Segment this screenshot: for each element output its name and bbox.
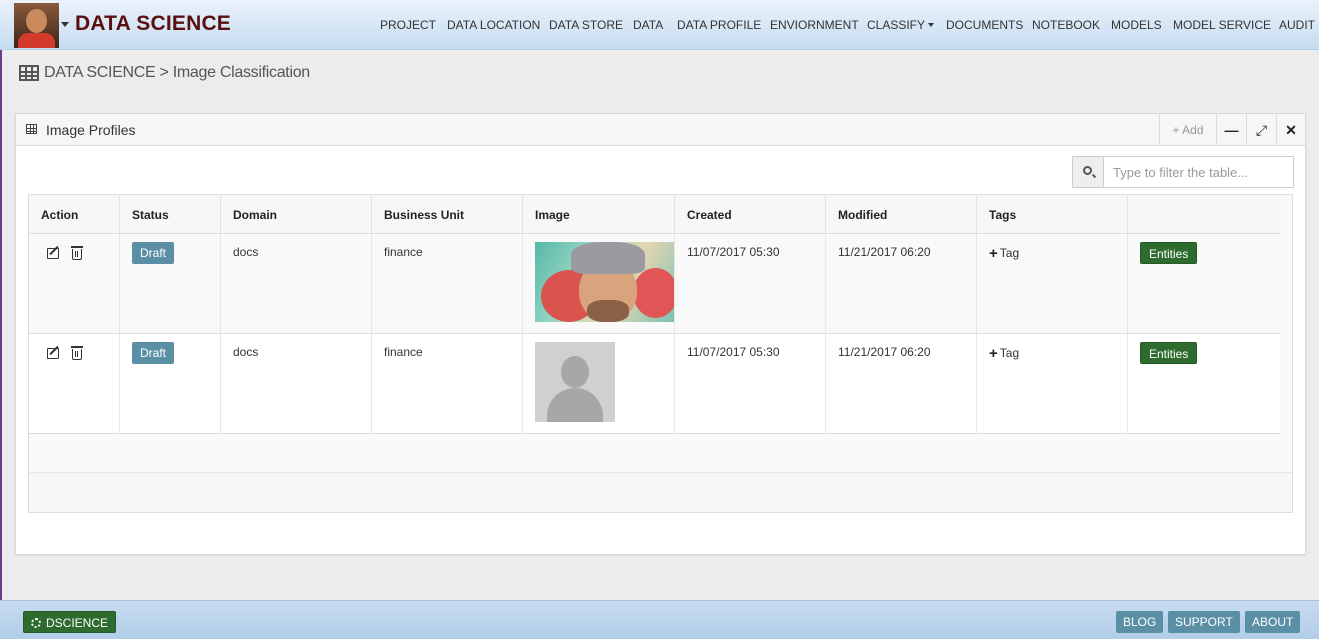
cog-icon [31, 618, 41, 628]
modified-cell: 11/21/2017 06:20 [826, 334, 977, 433]
col-image[interactable]: Image [523, 195, 675, 234]
nav-documents[interactable]: DOCUMENTS [946, 18, 1023, 32]
created-cell: 11/07/2017 05:30 [675, 234, 826, 333]
action-cell [29, 234, 120, 333]
table-icon [26, 124, 37, 134]
status-badge: Draft [132, 342, 175, 364]
business-unit-cell: finance [372, 334, 523, 433]
nav-model-service[interactable]: MODEL SERVICE [1173, 18, 1271, 32]
dscience-label: DSCIENCE [46, 616, 109, 630]
add-button[interactable]: + Add [1159, 114, 1216, 146]
edit-icon[interactable] [47, 348, 59, 359]
image-cell [523, 234, 675, 333]
col-business-unit[interactable]: Business Unit [372, 195, 523, 234]
minimize-button[interactable]: — [1216, 114, 1246, 146]
entities-cell: Entities [1128, 334, 1280, 433]
tags-cell: + Tag [977, 334, 1128, 433]
search-icon [1083, 166, 1092, 175]
col-modified[interactable]: Modified [826, 195, 977, 234]
expand-icon: ⤢ [1255, 122, 1268, 138]
nav-data-location[interactable]: DATA LOCATION [447, 18, 540, 32]
expand-button[interactable]: ⤢ [1246, 114, 1276, 146]
silhouette-body [547, 388, 603, 422]
thumb-shape [571, 242, 645, 274]
search-icon-box [1073, 157, 1104, 187]
nav-data-profile[interactable]: DATA PROFILE [677, 18, 761, 32]
action-cell [29, 334, 120, 433]
col-domain[interactable]: Domain [221, 195, 372, 234]
add-label: Add [1182, 123, 1204, 137]
table-header: Action Status Domain Business Unit Image… [29, 195, 1280, 234]
plus-icon: + [989, 245, 998, 262]
entities-cell: Entities [1128, 234, 1280, 333]
table-row: Draft docs finance 11/07/2017 05:30 11/2… [29, 334, 1280, 434]
nav-data[interactable]: DATA [633, 18, 663, 32]
panel-header: Image Profiles + Add — ⤢ ✕ [16, 114, 1305, 146]
status-cell: Draft [120, 234, 221, 333]
minus-icon: — [1224, 122, 1239, 138]
nav-models[interactable]: MODELS [1111, 18, 1162, 32]
table-row: Draft docs finance 11/07/2017 05:30 11/2… [29, 234, 1280, 334]
close-button[interactable]: ✕ [1276, 114, 1305, 146]
col-created[interactable]: Created [675, 195, 826, 234]
blog-button[interactable]: BLOG [1116, 611, 1164, 633]
tag-label: Tag [999, 346, 1020, 360]
table-grid-icon [19, 65, 39, 81]
nav-audit[interactable]: AUDIT [1279, 18, 1315, 32]
tag-label: Tag [999, 246, 1020, 260]
created-cell: 11/07/2017 05:30 [675, 334, 826, 433]
status-badge: Draft [132, 242, 175, 264]
dscience-button[interactable]: DSCIENCE [23, 611, 117, 633]
profile-image-thumbnail[interactable] [535, 242, 674, 322]
left-edge-accent [0, 0, 2, 639]
filter-input[interactable] [1105, 157, 1293, 187]
nav-data-store[interactable]: DATA STORE [549, 18, 623, 32]
panel-title: Image Profiles [46, 122, 136, 138]
add-tag-link[interactable]: + Tag [989, 345, 1020, 362]
breadcrumb-text[interactable]: DATA SCIENCE > Image Classification [44, 64, 310, 82]
profiles-table: Action Status Domain Business Unit Image… [28, 194, 1293, 513]
domain-cell: docs [221, 334, 372, 433]
col-tags[interactable]: Tags [977, 195, 1128, 234]
table-footer [29, 472, 1292, 512]
bottom-bar: DSCIENCE BLOG SUPPORT ABOUT [0, 600, 1319, 639]
col-status[interactable]: Status [120, 195, 221, 234]
modified-cell: 11/21/2017 06:20 [826, 234, 977, 333]
table-filter [1072, 156, 1294, 188]
add-tag-link[interactable]: + Tag [989, 245, 1020, 262]
about-button[interactable]: ABOUT [1245, 611, 1301, 633]
trash-icon[interactable] [71, 246, 83, 260]
business-unit-cell: finance [372, 234, 523, 333]
nav-notebook[interactable]: NOTEBOOK [1032, 18, 1100, 32]
placeholder-avatar-image[interactable] [535, 342, 615, 422]
domain-cell: docs [221, 234, 372, 333]
status-cell: Draft [120, 334, 221, 433]
nav-enviornment[interactable]: ENVIORNMENT [770, 18, 859, 32]
col-action[interactable]: Action [29, 195, 120, 234]
edit-icon[interactable] [47, 248, 59, 259]
plus-icon: + [989, 345, 998, 362]
silhouette-head [561, 356, 589, 388]
plus-icon: + [1172, 123, 1180, 137]
thumb-shape [633, 268, 674, 318]
main-nav: PROJECT DATA LOCATION DATA STORE DATA DA… [0, 18, 1319, 34]
close-icon: ✕ [1285, 122, 1297, 138]
top-navbar: DATA SCIENCE PROJECT DATA LOCATION DATA … [0, 0, 1319, 50]
tags-cell: + Tag [977, 234, 1128, 333]
trash-icon[interactable] [71, 346, 83, 360]
entities-button[interactable]: Entities [1140, 342, 1198, 364]
image-cell [523, 334, 675, 433]
entities-button[interactable]: Entities [1140, 242, 1198, 264]
nav-project[interactable]: PROJECT [380, 18, 436, 32]
avatar-shirt [18, 33, 55, 48]
image-profiles-panel: Image Profiles + Add — ⤢ ✕ Action Status… [15, 113, 1306, 555]
col-extra [1128, 195, 1280, 234]
thumb-shape [587, 300, 629, 322]
support-button[interactable]: SUPPORT [1168, 611, 1240, 633]
nav-classify[interactable]: CLASSIFY [867, 18, 934, 32]
